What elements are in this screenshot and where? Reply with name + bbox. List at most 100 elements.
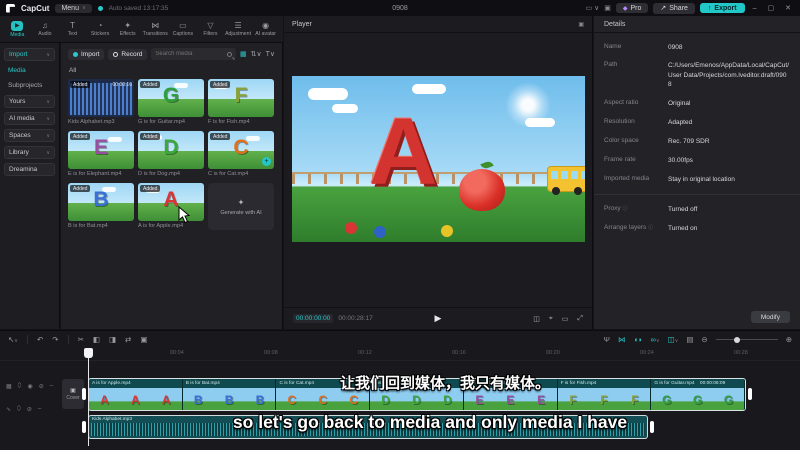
media-item-f[interactable]: Added F F is for Fish.mp4 <box>208 79 274 125</box>
split-icon[interactable]: ✂ <box>78 335 84 344</box>
delete-right-icon[interactable]: ◨ <box>109 335 116 344</box>
transitions-icon: ⋈ <box>151 21 160 30</box>
delete-left-icon[interactable]: ◧ <box>93 335 100 344</box>
ratio-icon[interactable]: ▭ <box>562 315 569 323</box>
media-item-e[interactable]: Added E E is for Elephant.mp4 <box>68 131 134 177</box>
video-thumbnail[interactable]: Added C + <box>208 131 274 169</box>
detail-value: 30.00fps <box>668 156 693 164</box>
panel-layout-icon[interactable]: ▣ <box>604 4 611 12</box>
tab-ai-avatar[interactable]: ◉ AI avatar <box>252 21 279 37</box>
added-badge: Added <box>70 185 91 192</box>
chevron-down-icon: ∨ <box>46 51 50 58</box>
mirror-preview-icon[interactable]: ◫ <box>533 315 540 323</box>
sidebar-item-dreamina[interactable]: Dreamina <box>4 163 55 176</box>
zoom-slider-knob[interactable] <box>733 336 740 343</box>
voiceover-mic-icon[interactable]: Ψ <box>604 335 610 344</box>
video-thumbnail[interactable]: Added B <box>68 183 134 221</box>
video-thumbnail[interactable]: Added D <box>138 131 204 169</box>
tab-stickers[interactable]: ◔ Stickers <box>87 21 114 37</box>
magnet-snap-icon[interactable]: ⋈ <box>618 335 626 344</box>
play-button[interactable]: ▶ <box>435 313 442 324</box>
playhead-handle[interactable] <box>84 348 93 358</box>
import-button[interactable]: Import <box>68 48 105 60</box>
media-item-name: B is for Bat.mp4 <box>68 223 108 229</box>
info-icon: ⓘ <box>648 224 654 231</box>
redo-icon[interactable]: ↷ <box>52 335 58 344</box>
crop-icon[interactable]: ▣ <box>140 335 147 344</box>
player-options-icon[interactable]: ▣ <box>578 21 584 28</box>
sidebar-item-subprojects[interactable]: Subprojects <box>4 80 55 91</box>
zoom-in-icon[interactable]: ⊕ <box>786 335 792 344</box>
sidebar-item-media[interactable]: Media <box>4 65 55 76</box>
tab-transitions[interactable]: ⋈ Transitions <box>142 21 169 37</box>
video-thumbnail[interactable]: Added G <box>138 79 204 117</box>
tab-filters[interactable]: ▽ Filters <box>197 21 224 37</box>
maximize-button[interactable]: ▢ <box>765 4 778 12</box>
sidebar-item-yours[interactable]: Yours ∨ <box>4 95 55 108</box>
video-thumbnail[interactable]: Added A <box>138 183 204 221</box>
export-button[interactable]: ↑ Export <box>699 3 745 13</box>
media-item-a[interactable]: Added A A is for Apple.mp4 <box>138 183 204 230</box>
search-input[interactable] <box>155 51 224 57</box>
layout-toggle-icon[interactable]: ▭ ∨ <box>586 4 600 12</box>
media-item-audio[interactable]: Added 00:00:16 Kids Alphabet.mp3 <box>68 79 134 125</box>
tab-text[interactable]: T Text <box>59 21 86 37</box>
preview-axis-icon[interactable]: ◫∨ <box>668 335 679 344</box>
grid-view-icon[interactable]: ▦ <box>240 50 247 58</box>
chevron-down-icon: ∨ <box>46 115 50 122</box>
add-to-timeline-button[interactable]: + <box>262 157 271 166</box>
diamond-icon: ◆ <box>622 5 628 12</box>
timeline-ruler[interactable]: 00:04 00:08 00:12 00:16 00:20 00:24 00:2… <box>0 348 800 361</box>
filter-type-icon[interactable]: T∨ <box>266 50 275 58</box>
ruler-tick: 00:12 <box>358 350 372 356</box>
search-box[interactable] <box>151 48 236 60</box>
sort-icon[interactable]: ⇅∨ <box>251 50 262 58</box>
tab-adjustment[interactable]: ☰ Adjustment <box>225 21 252 37</box>
import-dropdown[interactable]: Import ∨ <box>4 48 55 61</box>
captions-icon: ▭ <box>179 21 187 30</box>
undo-icon[interactable]: ↶ <box>37 335 43 344</box>
mirror-icon[interactable]: ⇄ <box>125 335 131 344</box>
menu-button[interactable]: Menu ∨ <box>55 3 92 13</box>
link-clips-icon[interactable]: ∞∨ <box>651 335 660 344</box>
media-item-c[interactable]: Added C + C is for Cat.mp4 <box>208 131 274 177</box>
filter-all-label[interactable]: All <box>69 67 275 74</box>
video-thumbnail[interactable]: Added E <box>68 131 134 169</box>
auto-snap-icon[interactable]: ◖◗ <box>633 335 642 344</box>
fullscreen-icon[interactable]: ⤢ <box>577 315 583 323</box>
current-timecode: 00:00:00:00 <box>293 314 334 323</box>
chevron-down-icon: ∨ <box>46 149 50 156</box>
tab-media[interactable]: ▶ Media <box>4 20 31 38</box>
media-item-d[interactable]: Added D D is for Dog.mp4 <box>138 131 204 177</box>
generate-ai-card[interactable]: ✦ Generate with AI <box>208 183 274 230</box>
tab-audio[interactable]: ♫ Audio <box>32 21 59 37</box>
text-icon: T <box>70 21 75 30</box>
record-button[interactable]: Record <box>108 48 148 60</box>
video-thumbnail[interactable]: Added F <box>208 79 274 117</box>
cloud-decoration <box>332 104 358 113</box>
app-name: CapCut <box>21 3 50 13</box>
share-button[interactable]: ↗ Share <box>653 2 695 14</box>
sidebar-item-ai-media[interactable]: AI media ∨ <box>4 112 55 125</box>
minimize-button[interactable]: – <box>750 5 760 12</box>
tab-effects[interactable]: ✦ Effects <box>114 21 141 37</box>
detail-value: Original <box>668 100 691 108</box>
audio-thumbnail[interactable]: Added 00:00:16 <box>68 79 134 117</box>
select-tool-icon[interactable]: ↖∨ <box>8 335 18 344</box>
sidebar-item-spaces[interactable]: Spaces ∨ <box>4 129 55 142</box>
adjust-track-height-icon[interactable]: ▤ <box>686 335 693 344</box>
media-item-g[interactable]: Added G G is for Guitar.mp4 <box>138 79 204 125</box>
pro-button[interactable]: ◆ Pro <box>615 3 649 13</box>
close-button[interactable]: ✕ <box>782 4 794 12</box>
added-badge: Added <box>210 81 231 88</box>
sidebar-item-library[interactable]: Library ∨ <box>4 146 55 159</box>
media-item-b[interactable]: Added B B is for Bat.mp4 <box>68 183 134 230</box>
chevron-down-icon: ∨ <box>46 98 50 105</box>
modify-button[interactable]: Modify <box>750 311 790 323</box>
tab-captions[interactable]: ▭ Captions <box>170 21 197 37</box>
filters-icon: ▽ <box>207 21 214 30</box>
video-preview: A <box>292 76 585 242</box>
timeline-zoom-slider[interactable] <box>715 336 778 343</box>
zoom-out-icon[interactable]: ⊖ <box>701 335 707 344</box>
quality-preview-icon[interactable]: ⌖ <box>549 315 553 323</box>
